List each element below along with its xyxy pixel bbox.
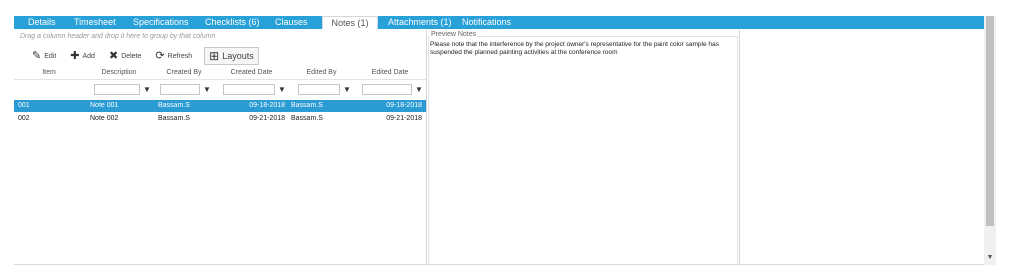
cell-description: Note 002	[90, 115, 119, 122]
refresh-icon: ⟳	[155, 49, 165, 62]
tab-specifications[interactable]: Specifications	[133, 16, 205, 29]
refresh-button[interactable]: ⟳ Refresh	[153, 48, 194, 64]
refresh-label: Refresh	[167, 52, 193, 60]
column-header-description[interactable]: Description	[84, 67, 154, 79]
scrollbar-thumb[interactable]	[986, 16, 994, 226]
pencil-icon: ✎	[32, 49, 42, 62]
edited-date-filter-input[interactable]	[362, 83, 412, 95]
table-row[interactable]: 002 Note 002 Bassam.S 09-21-2018 Bassam.…	[14, 113, 426, 125]
cell-edited-by: Bassam.S	[291, 115, 323, 122]
cell-item: 002	[18, 115, 30, 122]
scroll-down-icon[interactable]: ▼	[986, 254, 994, 262]
table-row[interactable]: 001 Note 001 Bassam.S 09-18-2018 Bassam.…	[14, 100, 426, 112]
tab-timesheet[interactable]: Timesheet	[74, 16, 133, 29]
cell-item: 001	[18, 102, 30, 109]
tab-checklists[interactable]: Checklists (6)	[205, 16, 275, 29]
created-by-filter-input[interactable]	[160, 83, 200, 95]
filter-icon[interactable]: ▼	[143, 85, 151, 94]
edit-label: Edit	[44, 52, 57, 60]
divider	[14, 264, 984, 265]
grid-icon: ⊞	[209, 48, 220, 63]
filter-icon[interactable]: ▼	[343, 85, 351, 94]
column-header-edited-by[interactable]: Edited By	[289, 67, 354, 79]
tab-clauses[interactable]: Clauses	[275, 16, 322, 29]
edited-by-filter-input[interactable]	[298, 83, 340, 95]
plus-icon: ✚	[70, 49, 80, 62]
preview-notes-label: Preview Notes	[430, 31, 478, 38]
edit-button[interactable]: ✎ Edit	[30, 48, 58, 64]
tab-notifications[interactable]: Notifications	[458, 16, 528, 29]
layouts-button[interactable]: ⊞ Layouts	[204, 47, 259, 65]
grid-toolbar: ✎ Edit ✚ Add ✖ Delete ⟳ Refresh ⊞ Layout…	[14, 45, 269, 67]
created-date-filter-input[interactable]	[223, 83, 275, 95]
delete-label: Delete	[121, 52, 142, 60]
preview-notes-box	[428, 36, 738, 265]
x-icon: ✖	[108, 49, 119, 62]
layouts-label: Layouts	[222, 51, 254, 61]
column-header-created-by[interactable]: Created By	[154, 67, 214, 79]
delete-button[interactable]: ✖ Delete	[107, 48, 143, 64]
column-header-created-date[interactable]: Created Date	[214, 67, 289, 79]
cell-edited-by: Bassam.S	[291, 102, 323, 109]
cell-created-date: 09-18-2018	[249, 102, 285, 109]
group-by-hint: Drag a column header and drop it here to…	[20, 33, 216, 40]
add-button[interactable]: ✚ Add	[68, 48, 97, 64]
column-header-item[interactable]: Item	[14, 67, 84, 79]
preview-notes-text: Please note that the interference by the…	[430, 41, 719, 56]
filter-icon[interactable]: ▼	[415, 85, 423, 94]
cell-created-by: Bassam.S	[158, 115, 190, 122]
filter-icon[interactable]: ▼	[278, 85, 286, 94]
tab-attachments[interactable]: Attachments (1)	[378, 16, 458, 29]
description-filter-input[interactable]	[94, 83, 140, 95]
tab-notes[interactable]: Notes (1)	[322, 16, 378, 29]
cell-created-date: 09-21-2018	[249, 115, 285, 122]
add-label: Add	[82, 52, 95, 60]
cell-created-by: Bassam.S	[158, 102, 190, 109]
cell-edited-date: 09-21-2018	[386, 115, 422, 122]
filter-row: ▼ ▼ ▼ ▼ ▼	[14, 81, 426, 97]
filter-icon[interactable]: ▼	[203, 85, 211, 94]
cell-description: Note 001	[90, 102, 119, 109]
tab-bar: Details Timesheet Specifications Checkli…	[14, 16, 984, 29]
cell-edited-date: 09-18-2018	[386, 102, 422, 109]
grid-header-row: Item Description Created By Created Date…	[14, 67, 426, 80]
tab-details[interactable]: Details	[14, 16, 74, 29]
column-header-edited-date[interactable]: Edited Date	[354, 67, 426, 79]
